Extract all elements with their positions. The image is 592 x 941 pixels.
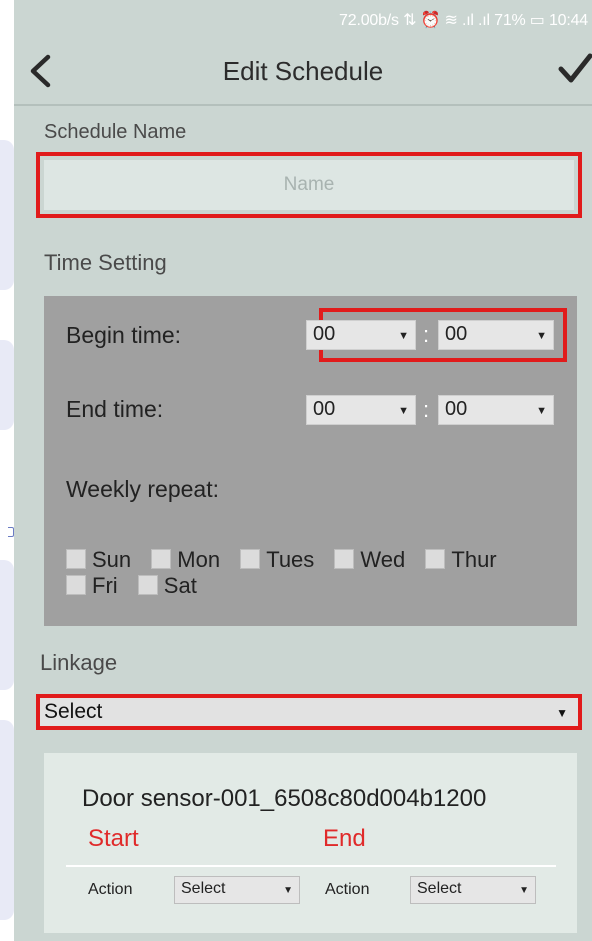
time-setting-label: Time Setting	[44, 250, 167, 275]
checkbox[interactable]	[137, 575, 158, 595]
end-hour-value: 00	[313, 398, 336, 420]
checkbox[interactable]	[66, 549, 86, 569]
end-action-value: Select	[417, 880, 462, 897]
name-field-highlight	[36, 152, 582, 218]
dropdown-arrow-icon: ▼	[519, 885, 529, 896]
day-checkbox-tues[interactable]: Tues	[240, 547, 314, 573]
begin-time-label: Begin time:	[66, 322, 182, 348]
linkage-selected-value: Select	[44, 700, 103, 723]
checkbox[interactable]	[425, 549, 446, 569]
page-title: Edit Schedule	[222, 56, 384, 86]
linkage-label: Linkage	[40, 650, 118, 675]
schedule-name-label: Schedule Name	[44, 121, 187, 143]
day-checkbox-mon[interactable]: Mon	[151, 547, 220, 573]
day-checkbox-thur[interactable]: Thur	[425, 547, 497, 573]
begin-hour-select[interactable]: 00 ▼	[306, 320, 416, 350]
end-minute-value: 00	[445, 398, 468, 420]
dropdown-arrow-icon: ▼	[536, 405, 547, 417]
status-bar: 72.00b/s ⇅ ⏰ ≋ .ıl .ıl 71% ▭ 10:44	[339, 12, 588, 29]
decorative-edge-shape	[0, 140, 14, 290]
decorative-edge-shape	[0, 340, 14, 430]
start-action-select[interactable]: Select ▼	[174, 876, 300, 904]
checkmark-icon[interactable]	[558, 52, 592, 86]
divider	[66, 865, 556, 867]
end-time-label: End time:	[66, 396, 164, 422]
app-screen: 72.00b/s ⇅ ⏰ ≋ .ıl .ıl 71% ▭ 10:44 Edit …	[14, 0, 592, 941]
checkbox[interactable]	[334, 549, 355, 569]
dropdown-arrow-icon: ▼	[536, 330, 547, 342]
day-checkbox-sat[interactable]: Sat	[137, 573, 197, 599]
linked-device-card: Door sensor-001_6508c80d004b1200 Start E…	[44, 753, 577, 933]
end-minute-select[interactable]: 00 ▼	[438, 395, 554, 425]
end-hour-select[interactable]: 00 ▼	[306, 395, 416, 425]
end-action-label: Action	[325, 881, 370, 898]
start-action-label: Action	[88, 881, 133, 898]
dropdown-arrow-icon: ▼	[398, 405, 409, 417]
end-action-select[interactable]: Select ▼	[410, 876, 536, 904]
weekly-repeat-label: Weekly repeat:	[66, 476, 219, 502]
dropdown-arrow-icon: ▼	[556, 706, 568, 720]
device-name: Door sensor-001_6508c80d004b1200	[82, 785, 487, 812]
time-colon: :	[423, 322, 430, 347]
end-label: End	[323, 825, 366, 852]
dropdown-arrow-icon: ▼	[398, 330, 409, 342]
day-checkbox-fri[interactable]: Fri	[66, 573, 118, 599]
time-colon: :	[423, 397, 430, 422]
dropdown-arrow-icon: ▼	[283, 885, 293, 896]
begin-minute-value: 00	[445, 323, 468, 345]
app-header: Edit Schedule	[14, 36, 592, 106]
time-setting-panel: Begin time: 00 ▼ : 00 ▼ End time: 00 ▼ :…	[44, 296, 577, 626]
weekday-checkboxes: Sun Mon Tues Wed Thur Fri Sat	[66, 547, 566, 599]
day-checkbox-sun[interactable]: Sun	[66, 547, 131, 573]
begin-minute-select[interactable]: 00 ▼	[438, 320, 554, 350]
checkbox[interactable]	[66, 575, 86, 595]
start-action-value: Select	[181, 880, 226, 897]
schedule-name-input[interactable]	[44, 160, 574, 210]
linkage-select[interactable]: Select ▼	[36, 694, 582, 730]
checkbox[interactable]	[240, 549, 261, 569]
checkbox[interactable]	[151, 549, 172, 569]
begin-hour-value: 00	[313, 323, 336, 345]
decorative-edge-shape	[0, 720, 14, 920]
decorative-edge-shape	[0, 560, 14, 690]
start-label: Start	[88, 825, 139, 852]
day-checkbox-wed[interactable]: Wed	[334, 547, 405, 573]
